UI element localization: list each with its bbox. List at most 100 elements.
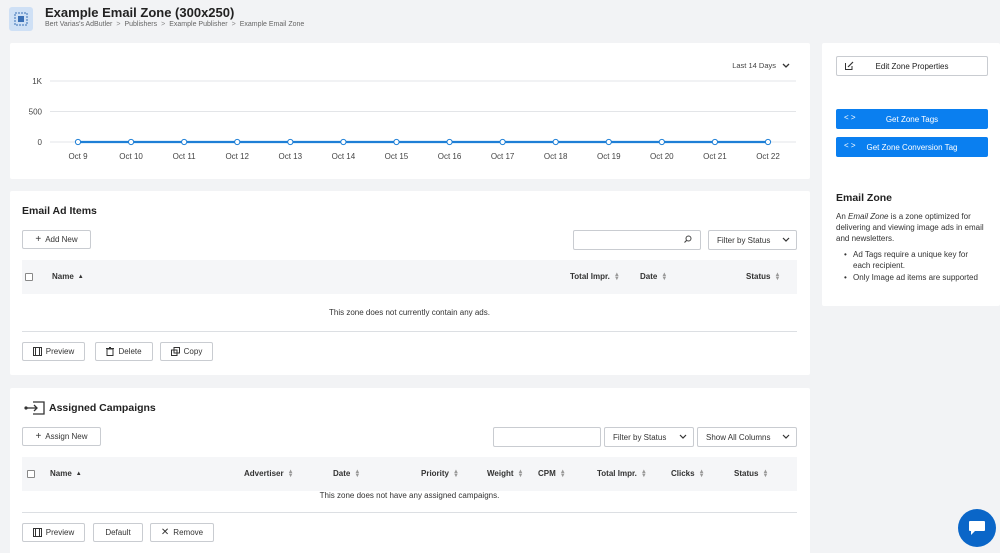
ad-items-title: Email Ad Items — [22, 205, 97, 217]
ad-items-panel: Email Ad Items + Add New Filter by Statu… — [10, 191, 810, 375]
sort-icon: ▲ ▼ — [559, 468, 566, 479]
breadcrumb-publisher[interactable]: Example Publisher — [169, 21, 227, 28]
sort-icon: ▲ ▼ — [517, 468, 524, 479]
x-tick-label: Oct 18 — [544, 152, 568, 161]
column-weight[interactable]: Weight ▲ ▼ — [487, 468, 524, 479]
trash-icon — [106, 347, 115, 356]
column-total-impr[interactable]: Total Impr. ▲ ▼ — [570, 271, 620, 282]
x-tick-label: Oct 21 — [703, 152, 727, 161]
data-point[interactable] — [499, 138, 506, 146]
default-button[interactable]: Default — [93, 523, 143, 542]
sort-icon: ▲ ▼ — [640, 468, 647, 479]
data-point[interactable] — [552, 138, 559, 146]
film-icon — [32, 528, 42, 537]
sort-icon: ▲ ▼ — [613, 271, 620, 282]
x-tick-label: Oct 14 — [332, 152, 356, 161]
info-bullet: Only Image ad items are supported — [844, 272, 984, 283]
campaign-status-filter-label: Filter by Status — [613, 432, 667, 442]
sort-icon: ▲ ▼ — [287, 468, 294, 479]
sort-icon: ▲ ▼ — [354, 468, 361, 479]
plus-icon: + — [35, 431, 42, 442]
copy-button[interactable]: Copy — [160, 342, 213, 361]
data-point[interactable] — [711, 138, 719, 146]
ad-status-filter[interactable]: Filter by Status — [708, 230, 797, 250]
y-tick-label: 1K — [32, 77, 42, 86]
delete-button[interactable]: Delete — [95, 342, 153, 361]
column-status[interactable]: Status ▲ ▼ — [746, 271, 781, 282]
get-zone-tags-button[interactable]: < > Get Zone Tags — [836, 109, 988, 129]
x-tick-label: Oct 9 — [68, 152, 88, 161]
breadcrumb-separator: > — [116, 21, 121, 28]
chart-panel: Last 14 Days 0 500 1K Oct 9 Oct 10 Oct 11 Oct … — [10, 43, 810, 179]
breadcrumb-publishers[interactable]: Publishers — [124, 21, 157, 28]
data-point[interactable] — [340, 138, 347, 146]
column-date[interactable]: Date ▲ ▼ — [333, 468, 361, 479]
default-label: Default — [105, 528, 131, 537]
assign-new-button[interactable]: + Assign New — [22, 427, 101, 446]
page-header: Example Email Zone (300x250) Bert Varias… — [0, 0, 1000, 38]
select-all-checkbox[interactable] — [25, 273, 33, 281]
data-point[interactable] — [287, 138, 294, 146]
edit-zone-properties-button[interactable]: Edit Zone Properties — [836, 56, 988, 76]
data-point[interactable] — [764, 138, 772, 146]
column-status-label: Status — [734, 469, 759, 478]
data-point[interactable] — [181, 138, 188, 146]
x-tick-label: Oct 11 — [173, 152, 197, 161]
campaigns-panel: Assigned Campaigns + Assign New Filter b… — [10, 388, 810, 553]
data-point[interactable] — [234, 138, 241, 146]
x-tick-label: Oct 13 — [279, 152, 303, 161]
sort-asc-icon: ▲ — [77, 273, 84, 280]
preview-button[interactable]: Preview — [22, 342, 85, 361]
add-new-label: Add New — [45, 235, 78, 244]
column-cpm[interactable]: CPM ▲ ▼ — [538, 468, 566, 479]
data-point[interactable] — [605, 138, 612, 146]
column-priority[interactable]: Priority ▲ ▼ — [421, 469, 459, 479]
chat-button[interactable] — [958, 509, 996, 547]
info-bullet: Ad Tags require a unique key for each re… — [844, 249, 984, 271]
column-status[interactable]: Status ▲ ▼ — [734, 468, 769, 479]
columns-select[interactable]: Show All Columns — [697, 427, 797, 447]
ad-status-filter-label: Filter by Status — [717, 235, 771, 245]
data-point[interactable] — [127, 138, 135, 146]
copy-icon — [170, 347, 180, 356]
remove-button[interactable]: ✕ Remove — [150, 523, 214, 542]
delete-label: Delete — [118, 347, 142, 356]
preview-label: Preview — [45, 528, 75, 537]
empty-campaigns-message: This zone does not have any assigned cam… — [319, 491, 500, 500]
x-tick-label: Oct 22 — [756, 152, 780, 161]
data-point[interactable] — [74, 138, 82, 146]
column-advertiser[interactable]: Advertiser ▲ ▼ — [244, 468, 294, 479]
data-point[interactable] — [393, 138, 400, 146]
data-point[interactable] — [446, 138, 453, 146]
info-title: Email Zone — [836, 192, 893, 204]
breadcrumb-account[interactable]: Bert Varias's AdButler — [45, 21, 112, 28]
assign-icon — [24, 401, 45, 415]
column-weight-label: Weight — [487, 469, 514, 478]
sort-icon: ▲ ▼ — [762, 468, 769, 479]
x-tick-label: Oct 15 — [385, 152, 409, 161]
column-total-impr[interactable]: Total Impr. ▲ ▼ — [597, 468, 647, 479]
x-tick-label: Oct 19 — [597, 152, 621, 161]
preview-button[interactable]: Preview — [22, 523, 85, 542]
data-point[interactable] — [658, 138, 665, 146]
assign-new-label: Assign New — [45, 432, 88, 441]
x-tick-label: Oct 12 — [225, 152, 249, 161]
sort-icon: ▲ ▼ — [698, 468, 705, 479]
campaign-table-header: Name ▲ Advertiser ▲ ▼ Date ▲ ▼ Priority ▲ ▼ Wei… — [22, 457, 797, 491]
column-clicks[interactable]: Clicks ▲ ▼ — [671, 468, 705, 479]
sort-icon: ▲ ▼ — [774, 271, 781, 282]
column-name[interactable]: Name ▲ — [50, 469, 82, 478]
copy-label: Copy — [183, 347, 203, 356]
campaign-search-input[interactable] — [493, 427, 601, 447]
plus-icon: + — [35, 234, 42, 245]
ad-search-input[interactable] — [573, 230, 701, 250]
add-new-button[interactable]: + Add New — [22, 230, 91, 249]
column-date[interactable]: Date ▲ ▼ — [640, 272, 667, 282]
column-name[interactable]: Name ▲ — [52, 272, 84, 281]
get-conversion-tag-button[interactable]: < > Get Zone Conversion Tag — [836, 137, 988, 157]
select-all-checkbox[interactable] — [27, 470, 35, 478]
zone-icon — [9, 7, 33, 31]
columns-select-label: Show All Columns — [706, 432, 771, 442]
campaign-status-filter[interactable]: Filter by Status — [604, 427, 694, 447]
column-status-label: Status — [746, 272, 771, 281]
